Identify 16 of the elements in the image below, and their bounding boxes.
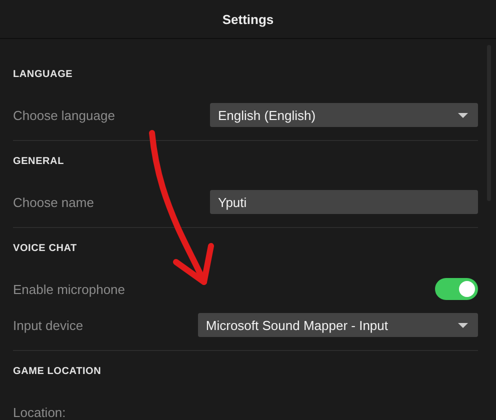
toggle-switch[interactable] — [435, 278, 478, 300]
section-title: LANGUAGE — [13, 69, 74, 80]
setting-label: Choose name — [13, 194, 94, 210]
name-field[interactable]: Yputi — [210, 190, 478, 214]
window-title: Settings — [222, 12, 274, 26]
section-title: VOICE CHAT — [13, 243, 78, 254]
setting-label: Enable microphone — [13, 282, 126, 296]
section-title: GAME LOCATION — [13, 366, 102, 377]
setting-label: Choose language — [13, 108, 115, 122]
section-title: GENERAL — [13, 156, 65, 167]
dropdown[interactable]: Microsoft Sound Mapper - Input — [198, 313, 478, 337]
caret-icon — [458, 323, 468, 328]
setting-label: Location: — [13, 404, 66, 420]
caret-icon — [458, 113, 468, 118]
dropdown[interactable]: English (English) — [210, 103, 478, 127]
setting-label: Input device — [13, 318, 84, 332]
